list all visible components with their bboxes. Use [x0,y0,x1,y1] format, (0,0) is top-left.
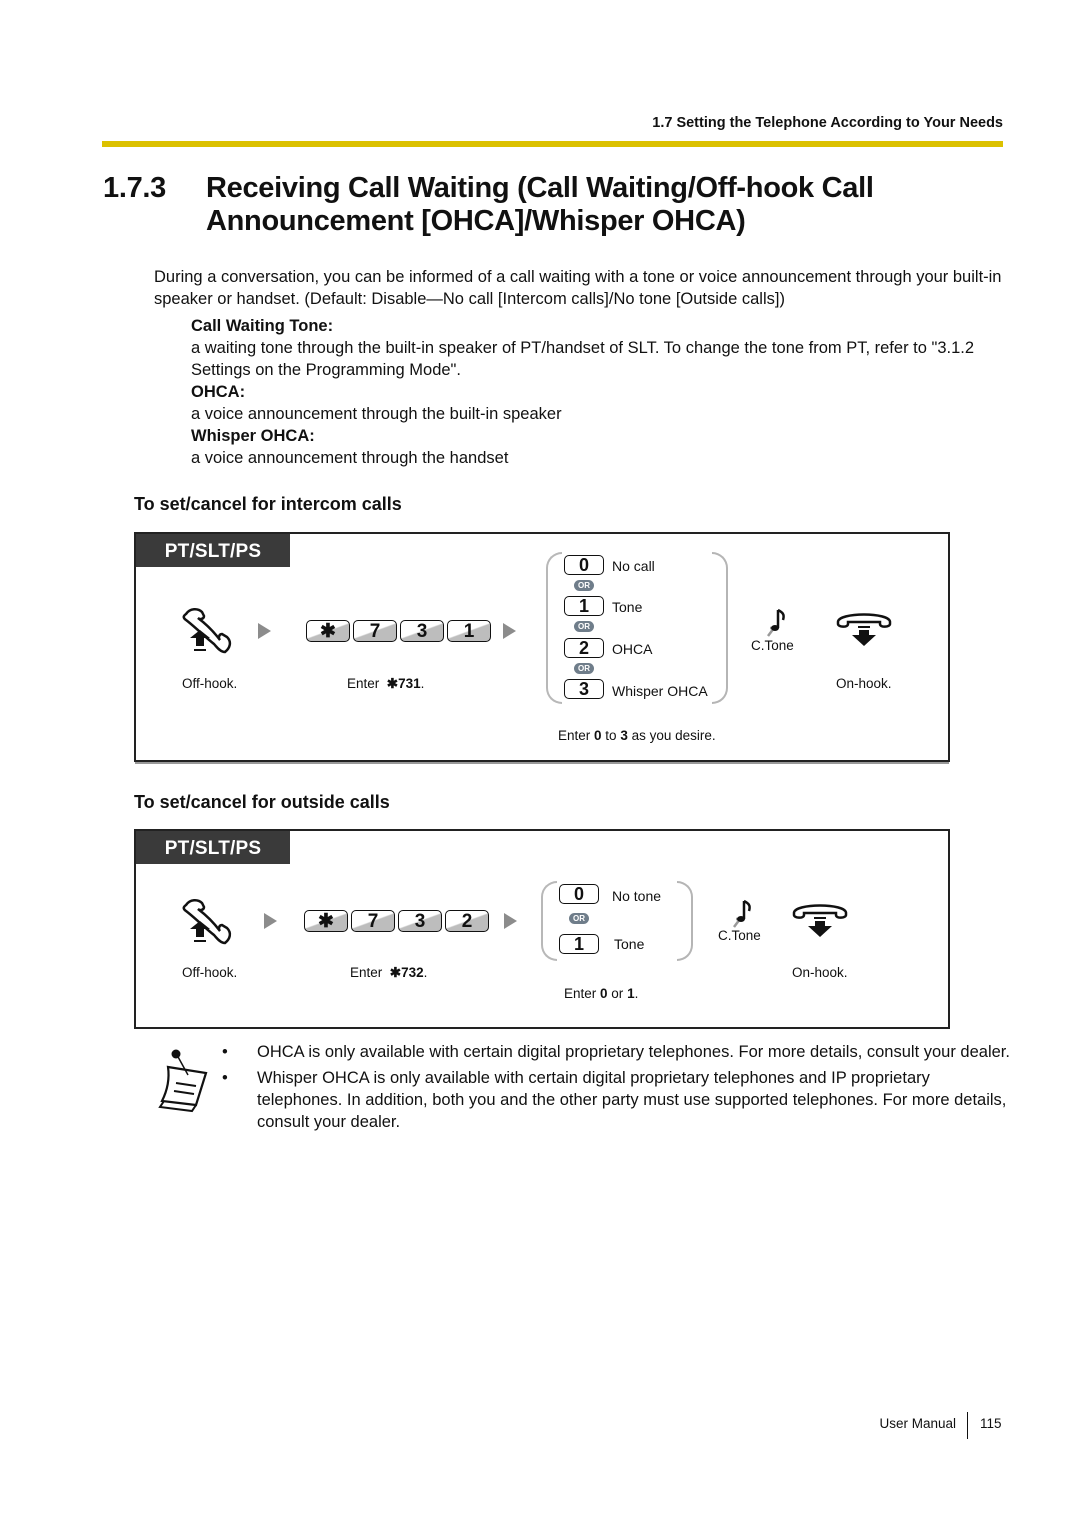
definition-term: Call Waiting Tone: [191,317,334,335]
definitions-list: Call Waiting Tone: a waiting tone throug… [191,315,1011,469]
confirmation-tone-caption: C.Tone [751,638,794,653]
enter-prefix: Enter [350,965,383,980]
note-item: • Whisper OHCA is only available with ce… [222,1067,1012,1133]
section-title: Receiving Call Waiting (Call Waiting/Off… [206,172,874,237]
enter-code: ✱732 [389,965,424,980]
enter-code: ✱731 [386,676,421,691]
bullet: • [222,1043,228,1061]
option-key-1[interactable]: 1 [559,934,599,954]
enter-code-caption: Enter ✱731. [347,676,424,692]
option-key-3[interactable]: 3 [564,679,604,699]
on-hook-caption: On-hook. [792,965,848,980]
footer-label: User Manual [879,1416,956,1431]
key-7[interactable]: 7 [351,910,395,932]
bracket-right [712,552,728,704]
running-header: 1.7 Setting the Telephone According to Y… [652,115,1003,131]
key-3[interactable]: 3 [400,620,444,642]
key-star[interactable]: ✱ [304,910,348,932]
enter-prefix: Enter [347,676,380,691]
or-badge: OR [574,663,594,674]
on-hook-caption: On-hook. [836,676,892,691]
note-text: Whisper OHCA is only available with cert… [257,1069,1007,1131]
procedure-heading-intercom: To set/cancel for intercom calls [134,494,402,514]
or-badge: OR [574,580,594,591]
bullet: • [222,1069,228,1087]
option-key-0[interactable]: 0 [564,555,604,575]
arrow-right-icon [258,623,271,639]
option-label: Tone [612,599,643,615]
key-1[interactable]: 1 [447,620,491,642]
intro-paragraph: During a conversation, you can be inform… [154,268,1002,308]
definition-term: Whisper OHCA: [191,427,315,445]
key-7[interactable]: 7 [353,620,397,642]
section-number: 1.7.3 [103,172,166,204]
procedure-heading-outside: To set/cancel for outside calls [134,792,390,812]
definition-desc: a voice announcement through the handset [191,449,509,467]
note-item: • OHCA is only available with certain di… [222,1041,1012,1063]
procedure-box-intercom: PT/SLT/PS Off-hook. ✱ 7 3 1 Enter ✱731. … [134,532,950,762]
bracket-left [541,881,557,961]
option-label: Tone [614,936,645,952]
or-badge: OR [574,621,594,632]
page-number: 115 [980,1416,1002,1431]
footer-divider [967,1412,968,1439]
choice-note-to: 1 [627,986,635,1001]
procedure-box-outside: PT/SLT/PS Off-hook. ✱ 7 3 2 Enter ✱732. … [134,829,950,1029]
dial-keys: ✱ 7 3 2 [304,910,489,932]
arrow-right-icon [504,913,517,929]
option-key-2[interactable]: 2 [564,638,604,658]
off-hook-caption: Off-hook. [182,676,238,691]
option-key-0[interactable]: 0 [559,884,599,904]
choice-note-suffix: as you desire. [627,728,716,743]
enter-code-caption: Enter ✱732. [350,965,427,981]
key-star[interactable]: ✱ [306,620,350,642]
off-hook-caption: Off-hook. [182,965,238,980]
dial-keys: ✱ 7 3 1 [306,620,491,642]
option-label: OHCA [612,641,653,657]
definition-desc: a voice announcement through the built-i… [191,405,562,423]
confirmation-tone-caption: C.Tone [718,928,761,943]
enter-suffix: . [420,676,425,691]
option-label: No tone [612,888,662,904]
arrow-right-icon [264,913,277,929]
device-tag: PT/SLT/PS [136,831,290,864]
choice-note: Enter 0 to 3 as you desire. [558,728,716,743]
bracket-left [546,552,562,704]
enter-suffix: . [423,965,428,980]
choice-note-from: 0 [594,728,602,743]
off-hook-icon [182,608,232,654]
notes-list: • OHCA is only available with certain di… [222,1041,1012,1137]
arrow-right-icon [503,623,516,639]
on-hook-icon [836,613,892,646]
choice-note-mid: or [607,986,628,1001]
note-text: OHCA is only available with certain digi… [257,1043,1010,1061]
or-badge: OR [569,913,589,924]
key-2[interactable]: 2 [445,910,489,932]
option-label: No call [612,558,655,574]
confirmation-tone-icon [733,899,751,928]
confirmation-tone-icon [767,608,785,637]
choice-note-to: 3 [620,728,628,743]
choice-note-from: 0 [600,986,608,1001]
choice-note-prefix: Enter [558,728,595,743]
device-tag: PT/SLT/PS [136,534,290,567]
note-memo-icon [158,1049,208,1113]
key-3[interactable]: 3 [398,910,442,932]
option-label: Whisper OHCA [612,683,708,699]
off-hook-icon [182,899,232,945]
choice-note: Enter 0 or 1. [564,986,638,1001]
bracket-right [677,881,693,961]
on-hook-icon [792,904,848,937]
option-key-1[interactable]: 1 [564,596,604,616]
choice-note-prefix: Enter [564,986,601,1001]
choice-note-suffix: . [634,986,639,1001]
choice-note-mid: to [601,728,621,743]
definition-desc: a waiting tone through the built-in spea… [191,339,975,379]
header-rule [102,141,1003,147]
definition-term: OHCA: [191,383,246,401]
